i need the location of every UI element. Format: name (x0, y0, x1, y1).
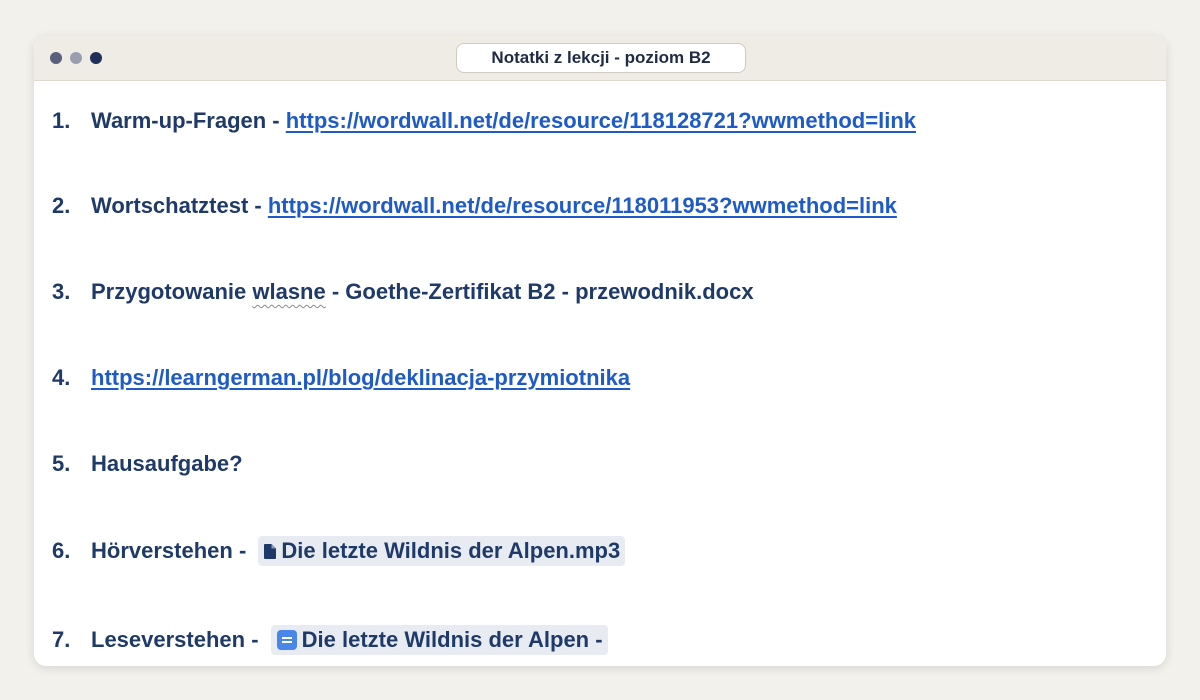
list-item: 2. Wortschatztest - https://wordwall.net… (52, 189, 897, 223)
item-link[interactable]: https://wordwall.net/de/resource/1181287… (286, 108, 916, 134)
item-number: 7. (52, 627, 71, 652)
title-bar: Notatki z lekcji - poziom B2 (34, 36, 1166, 81)
item-link[interactable]: https://wordwall.net/de/resource/1180119… (268, 193, 897, 219)
item-number: 1. (52, 108, 71, 133)
item-link[interactable]: https://learngerman.pl/blog/deklinacja-p… (91, 365, 630, 391)
window-dot-2[interactable] (70, 52, 82, 64)
item-text: Hausaufgabe? (91, 451, 243, 476)
window-dot-3[interactable] (90, 52, 102, 64)
docs-chip[interactable]: Die letzte Wildnis der Alpen - (270, 625, 608, 655)
item-text: Warm-up-Fragen - (91, 108, 286, 133)
chip-label: Die letzte Wildnis der Alpen - (301, 627, 603, 652)
item-text: Przygotowanie (91, 279, 253, 304)
misspelled-word[interactable]: wlasne (252, 279, 325, 305)
window-dot-1[interactable] (50, 52, 62, 64)
item-number: 2. (52, 193, 71, 218)
document-window: Notatki z lekcji - poziom B2 1. Warm-up-… (34, 36, 1166, 666)
item-text: Hörverstehen - (91, 538, 253, 563)
item-number: 5. (52, 451, 71, 476)
list-item: 6. Hörverstehen - Die letzte Wildnis der… (52, 534, 626, 568)
list-item: 4. https://learngerman.pl/blog/deklinacj… (52, 361, 630, 395)
list-item: 3. Przygotowanie wlasne - Goethe-Zertifi… (52, 275, 754, 309)
list-item: 7. Leseverstehen - Die letzte Wildnis de… (52, 623, 608, 657)
docs-icon (276, 630, 297, 650)
file-icon (264, 543, 277, 559)
item-text: Wortschatztest - (91, 193, 268, 218)
item-number: 4. (52, 365, 71, 390)
item-text: Leseverstehen - (91, 627, 265, 652)
list-item: 1. Warm-up-Fragen - https://wordwall.net… (52, 104, 916, 138)
item-number: 3. (52, 279, 71, 304)
file-chip[interactable]: Die letzte Wildnis der Alpen.mp3 (258, 536, 626, 566)
chip-label: Die letzte Wildnis der Alpen.mp3 (281, 538, 621, 563)
item-text: - Goethe-Zertifikat B2 - przewodnik.docx (325, 279, 754, 304)
list-item: 5. Hausaufgabe? (52, 447, 243, 481)
item-number: 6. (52, 538, 71, 563)
window-title: Notatki z lekcji - poziom B2 (456, 43, 746, 73)
